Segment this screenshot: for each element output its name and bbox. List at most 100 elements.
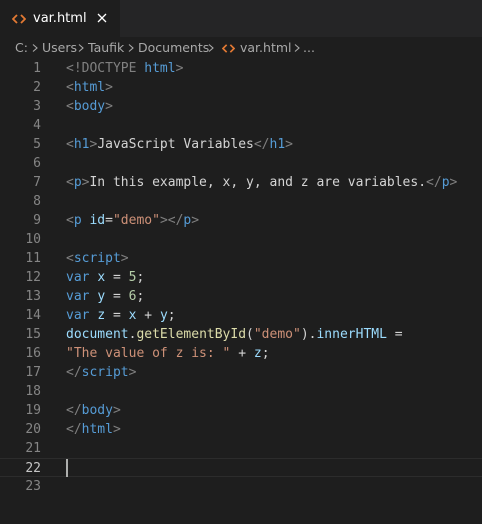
close-icon[interactable] [95,11,109,25]
code-line[interactable]: 9 <p id="demo"></p> [0,211,482,230]
code-token: < [66,213,74,228]
code-token: JavaScript Variables [97,137,254,152]
line-number: 9 [33,213,41,228]
code-token: html [81,422,113,437]
code-line[interactable]: 1 <!DOCTYPE html> [0,59,482,78]
code-text: </html> [66,420,121,439]
code-line[interactable]: 21 [0,439,482,458]
code-token: < [66,80,74,95]
code-token: > [285,137,293,152]
html-file-icon [222,44,235,53]
line-number: 19 [25,403,41,418]
breadcrumb-item-documents[interactable]: Documents [138,40,209,56]
code-text: <p>In this example, x, y, and z are vari… [66,173,457,192]
code-token: ; [261,346,270,361]
code-token: </ [426,175,442,190]
code-token: > [175,61,184,76]
code-line[interactable]: 22 [0,458,482,477]
code-line[interactable]: 10 [0,230,482,249]
code-token: < [66,137,74,152]
code-token: = [105,289,129,304]
code-line[interactable]: 2 <html> [0,78,482,97]
code-text: var x = 5; [66,268,144,287]
code-token: ; [167,308,176,323]
code-token: y [159,308,168,323]
code-token: ; [136,289,145,304]
code-line[interactable]: 13 var y = 6; [0,287,482,306]
code-token: < [66,99,74,114]
line-number: 10 [25,232,41,247]
code-line[interactable]: 19 </body> [0,401,482,420]
code-token: script [73,251,121,266]
code-token: ; [136,270,145,285]
code-token: > [449,175,458,190]
code-line[interactable]: 20 </html> [0,420,482,439]
code-token: html [144,61,176,76]
code-line[interactable]: 6 [0,154,482,173]
code-token: p [73,175,82,190]
code-token: p [441,175,450,190]
code-token: html [73,80,106,95]
code-token: document [66,327,129,342]
code-line[interactable]: 3 <body> [0,97,482,116]
code-token: = [105,270,129,285]
code-text: <!DOCTYPE html> [66,59,183,78]
code-token: > [105,99,113,114]
line-number: 12 [25,270,41,285]
code-line[interactable]: 8 [0,192,482,211]
code-line[interactable]: 16 "The value of z is: " + z; [0,344,482,363]
code-token: z [97,308,106,323]
code-line[interactable]: 15 document.getElementById("demo").innerH… [0,325,482,344]
breadcrumb-item-file[interactable]: var.html [240,40,292,56]
tab-var-html[interactable]: var.html [0,0,120,37]
code-token: = [105,308,129,323]
code-token: var [66,289,90,304]
line-number: 20 [25,422,41,437]
code-line[interactable]: 7 <p>In this example, x, y, and z are var… [0,173,482,192]
chevron-right-icon [32,44,38,52]
code-token: h1 [73,137,90,152]
code-line[interactable]: 23 [0,477,482,496]
code-line[interactable]: 18 [0,382,482,401]
breadcrumb-item-users[interactable]: Users [42,40,77,56]
code-token: </ [66,403,82,418]
code-text: <p id="demo"></p> [66,211,199,230]
line-number: 8 [33,194,41,209]
code-token: > [128,365,137,380]
code-token: "The value of z is: " [66,346,231,361]
code-token: </ [66,365,82,380]
code-line[interactable]: 12 var x = 5; [0,268,482,287]
line-number: 2 [33,80,41,95]
code-text: "The value of z is: " + z; [66,344,270,363]
code-token: innerHTML [316,327,387,342]
code-line[interactable]: 5 <h1>JavaScript Variables</h1> [0,135,482,154]
code-token: y [97,289,106,304]
breadcrumb-item-taufik[interactable]: Taufik [88,40,124,56]
code-token: ( [246,327,254,342]
code-token: getElementById [136,327,247,342]
line-number: 21 [25,441,41,456]
breadcrumb-item-more[interactable]: ... [303,40,315,56]
breadcrumb-item-drive[interactable]: C: [15,40,28,56]
line-number: 6 [33,156,41,171]
chevron-right-icon [208,44,214,52]
code-token: <!DOCTYPE [66,61,145,76]
code-token: + [136,308,160,323]
code-line[interactable]: 4 [0,116,482,135]
code-token: </ [253,137,270,152]
code-token: > [120,251,129,266]
code-token: "demo" [112,213,160,228]
code-editor[interactable]: 1 <!DOCTYPE html> 2 <html> 3 <body> 4 5 <h1>Java… [0,59,482,524]
code-line[interactable]: 11 <script> [0,249,482,268]
code-token: var [66,308,90,323]
code-line[interactable]: 17 </script> [0,363,482,382]
code-text: var z = x + y; [66,306,176,325]
code-token: > [191,213,200,228]
code-token: ></ [159,213,184,228]
code-token: In this example, x, y, and z are variabl… [89,175,427,190]
code-token: > [105,80,113,95]
code-token: var [66,270,90,285]
code-line[interactable]: 14 var z = x + y; [0,306,482,325]
code-token: < [66,175,74,190]
code-token: body [81,403,113,418]
